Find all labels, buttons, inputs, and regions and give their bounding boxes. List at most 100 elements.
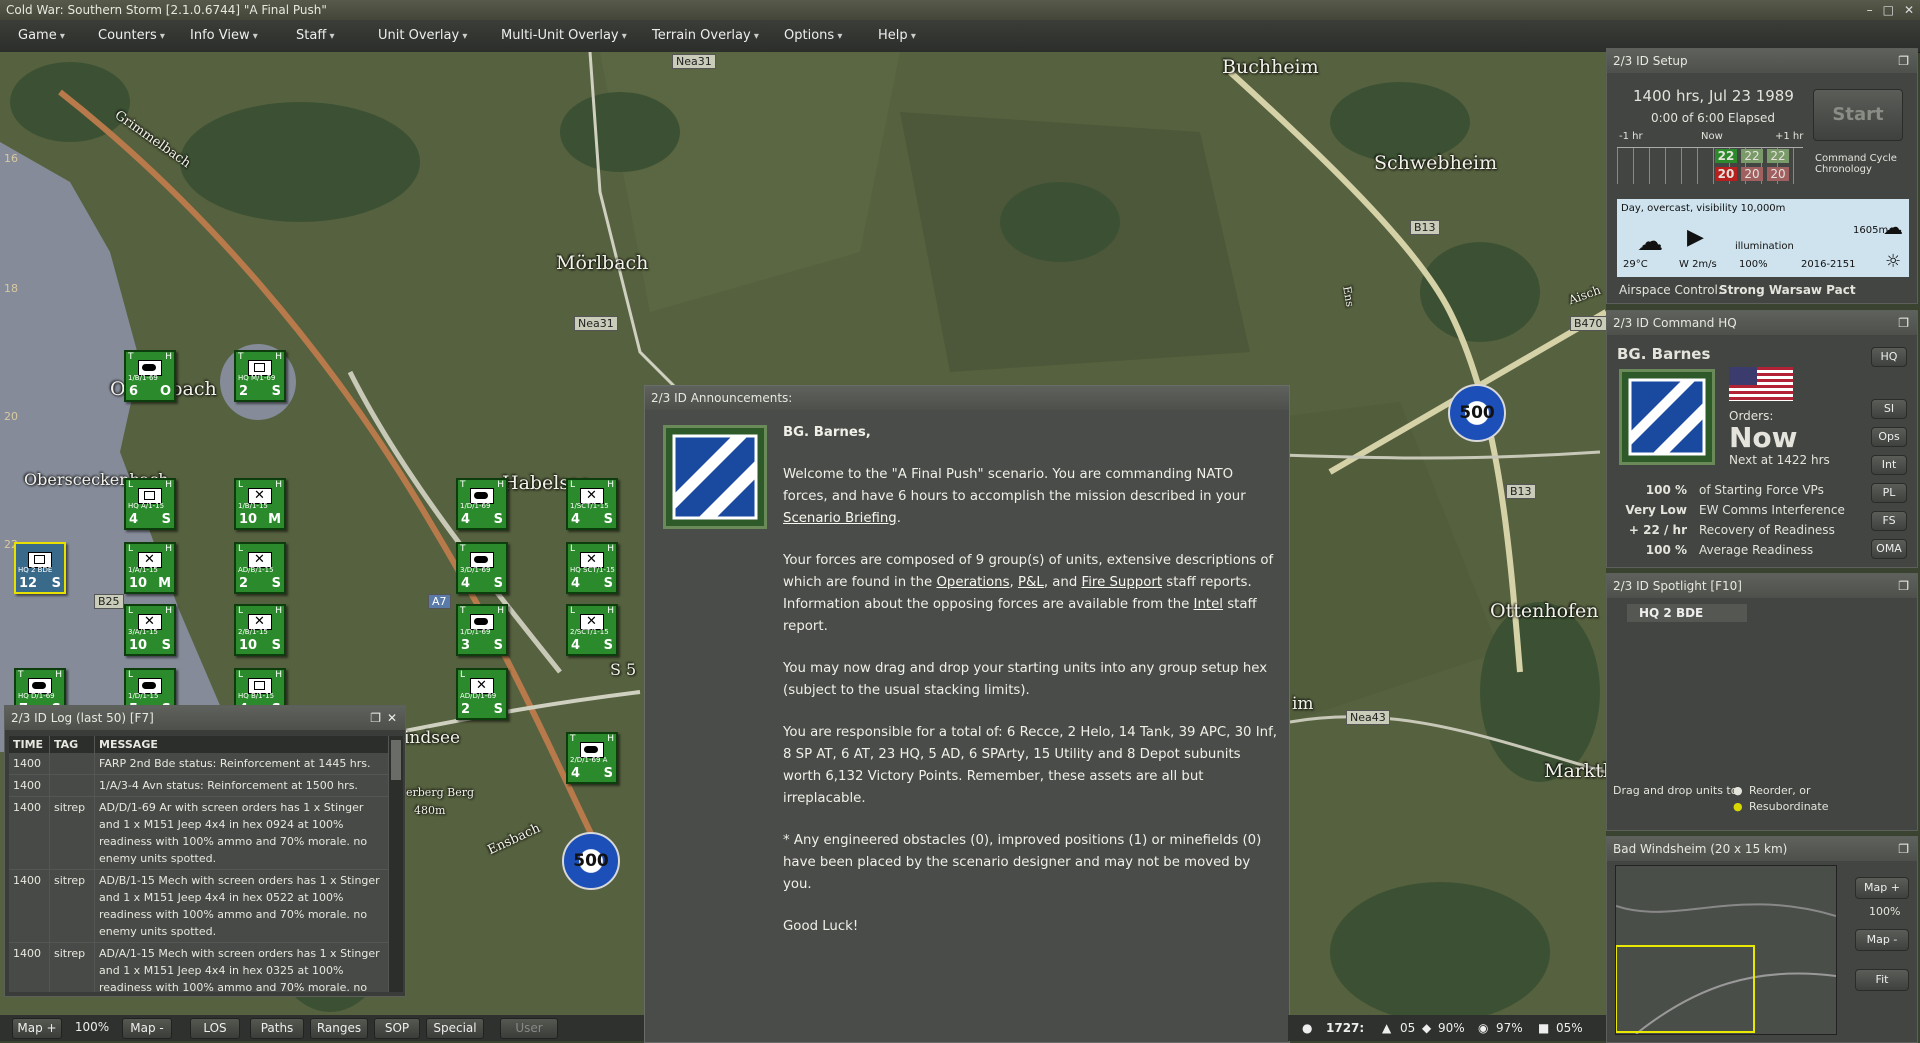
scroll-thumb[interactable] <box>391 740 401 780</box>
log-row[interactable]: 1400 sitrep AD/B/1-15 Mech with screen ord… <box>9 869 389 943</box>
ranges-button[interactable]: Ranges <box>310 1018 368 1039</box>
log-row[interactable]: 1400 1/A/3-4 Avn status: Reinforcement at… <box>9 774 389 797</box>
map-zoom-in-button[interactable]: Map + <box>12 1018 62 1039</box>
unit-st: S <box>493 512 503 527</box>
log-row[interactable]: 1400 sitrep AD/D/1-69 Ar with screen order… <box>9 796 389 870</box>
menu-terrain-overlay[interactable]: Terrain Overlay <box>652 28 759 43</box>
division-emblem <box>1619 369 1715 465</box>
unit-label: HQ SCT/1-15 <box>570 566 615 574</box>
town-buchheim: Buchheim <box>1222 56 1319 78</box>
maximize-button[interactable]: □ <box>1883 0 1894 20</box>
popout-icon[interactable]: ❐ <box>1898 311 1909 335</box>
log-msg: FARP 2nd Bde status: Reinforcement at 14… <box>94 753 389 775</box>
link-pl[interactable]: P&L <box>1018 575 1044 590</box>
minimap-fit[interactable]: Fit <box>1855 969 1909 991</box>
map-zoom-out-button[interactable]: Map - <box>122 1018 172 1039</box>
popout-icon[interactable]: ❐ <box>1898 574 1909 598</box>
weather-text: Day, overcast, visibility 10,000m <box>1621 203 1786 214</box>
hq-button-int[interactable]: Int <box>1871 455 1907 475</box>
timeline-minus: -1 hr <box>1619 131 1643 142</box>
unit-label: HQ A/1-15 <box>128 502 165 510</box>
menu-staff[interactable]: Staff <box>296 28 334 43</box>
menu-info-view[interactable]: Info View <box>190 28 258 43</box>
link-operations[interactable]: Operations <box>936 575 1009 590</box>
paths-button[interactable]: Paths <box>250 1018 304 1039</box>
hq-button-ops[interactable]: Ops <box>1871 427 1907 447</box>
unit-st: S <box>51 576 61 591</box>
link-scenario-briefing[interactable]: Scenario Briefing <box>783 511 897 526</box>
unit-num: 2 <box>461 702 471 717</box>
unit-counter[interactable]: L H 3/A/1-15 10 S <box>124 604 176 656</box>
start-button[interactable]: Start <box>1813 89 1903 141</box>
hq-button-fs[interactable]: FS <box>1871 511 1907 531</box>
minimap-title: Bad Windsheim (20 x 15 km) <box>1613 842 1788 856</box>
popout-icon[interactable]: ❐ <box>1898 49 1909 73</box>
announcements-dialog: 2/3 ID Announcements: BG. Barnes, Welcom… <box>644 385 1290 1043</box>
objective-marker[interactable]: 500 <box>562 832 620 890</box>
special-button[interactable]: Special <box>426 1018 484 1039</box>
paragraph-good-luck: Good Luck! <box>783 919 859 934</box>
log-scrollbar[interactable] <box>389 736 403 992</box>
unit-counter[interactable]: L AD/D/1-69 2 S <box>456 668 508 720</box>
visibility-icon: ◉ <box>1478 1021 1489 1035</box>
unit-counter[interactable]: T H HQ M/1-69 2 S <box>234 350 286 402</box>
minimize-button[interactable]: – <box>1867 0 1873 20</box>
unit-counter[interactable]: L H 2/SCT/1-15 4 S <box>566 604 618 656</box>
menu-multi-unit-overlay[interactable]: Multi-Unit Overlay <box>501 28 627 43</box>
log-row[interactable]: 1400 sitrep AD/A/1-15 Mech with screen ord… <box>9 942 389 992</box>
spotlight-item[interactable]: HQ 2 BDE <box>1627 604 1747 622</box>
objective-marker[interactable]: 500 <box>1448 384 1506 442</box>
menu-counters[interactable]: Counters <box>98 28 165 43</box>
close-icon[interactable]: ✕ <box>387 706 397 730</box>
los-button[interactable]: LOS <box>190 1018 240 1039</box>
unit-counter[interactable]: T 3/D/1-69 4 S <box>456 542 508 594</box>
label-berg: erberg Berg <box>406 786 475 799</box>
menu-unit-overlay[interactable]: Unit Overlay <box>378 28 467 43</box>
popout-icon[interactable]: ❐ <box>1898 837 1909 861</box>
hq-stat-label: Average Readiness <box>1699 543 1814 557</box>
temperature: 29°C <box>1623 259 1648 270</box>
unit-counter[interactable]: L H HQ A/1-15 4 S <box>124 478 176 530</box>
unit-counter[interactable]: HQ 2 BDE 12 S <box>14 542 66 594</box>
minimap-zoom-in[interactable]: Map + <box>1855 877 1909 899</box>
link-fire-support[interactable]: Fire Support <box>1082 575 1163 590</box>
log-tag: sitrep <box>49 942 95 992</box>
unit-counter[interactable]: L H 1/A/1-15 10 M <box>124 542 176 594</box>
hq-button-si[interactable]: SI <box>1871 399 1907 419</box>
unit-counter[interactable]: T H 1/B/1-69 6 O <box>124 350 176 402</box>
unit-num: 12 <box>19 576 38 591</box>
unit-counter[interactable]: T H 1/D/1-69 3 S <box>456 604 508 656</box>
objective-marker-partial: S 5 <box>610 660 637 679</box>
user-button[interactable]: User <box>500 1018 558 1039</box>
menu-options[interactable]: Options <box>784 28 842 43</box>
hq-button-pl[interactable]: PL <box>1871 483 1907 503</box>
radio-resubordinate-icon[interactable]: ● <box>1733 800 1743 813</box>
menu-help[interactable]: Help <box>878 28 916 43</box>
sop-button[interactable]: SOP <box>374 1018 420 1039</box>
unit-counter[interactable]: L H 1/SCT/1-15 4 S <box>566 478 618 530</box>
minimap-zoom-out[interactable]: Map - <box>1855 929 1909 951</box>
scenario-time: 1400 hrs, Jul 23 1989 <box>1633 87 1794 105</box>
unit-counter[interactable]: L H 2/B/1-15 10 S <box>234 604 286 656</box>
popout-icon[interactable]: ❐ <box>370 706 381 730</box>
unit-counter[interactable]: T H 1/D/1-69 4 S <box>456 478 508 530</box>
cloud-icon: ☁ <box>1637 227 1663 257</box>
grid-number: 18 <box>4 282 18 295</box>
link-intel[interactable]: Intel <box>1194 597 1223 612</box>
hq-button-oma[interactable]: OMA <box>1871 539 1907 559</box>
unit-label: 1/B/1-15 <box>238 502 268 510</box>
close-button[interactable]: ✕ <box>1904 0 1914 20</box>
unit-counter[interactable]: L AD/B/1-15 2 S <box>234 542 286 594</box>
unit-counter[interactable]: T H 2/D/1-69 A 4 S <box>566 732 618 784</box>
spotlight-header: 2/3 ID Spotlight [F10] ❐ <box>1607 574 1917 598</box>
radio-reorder-icon[interactable]: ● <box>1733 784 1743 797</box>
minimap-view[interactable] <box>1615 865 1837 1035</box>
hq-button-hq[interactable]: HQ <box>1871 347 1907 367</box>
log-row[interactable]: 1400 FARP 2nd Bde status: Reinforcement a… <box>9 753 389 775</box>
menu-game[interactable]: Game <box>18 28 65 43</box>
paragraph-welcome: Welcome to the "A Final Push" scenario. … <box>783 464 1278 530</box>
unit-counter[interactable]: L H 1/B/1-15 10 M <box>234 478 286 530</box>
hq-stat-label: Recovery of Readiness <box>1699 523 1835 537</box>
unit-counter[interactable]: L H HQ SCT/1-15 4 S <box>566 542 618 594</box>
log-time: 1400 <box>9 753 50 775</box>
